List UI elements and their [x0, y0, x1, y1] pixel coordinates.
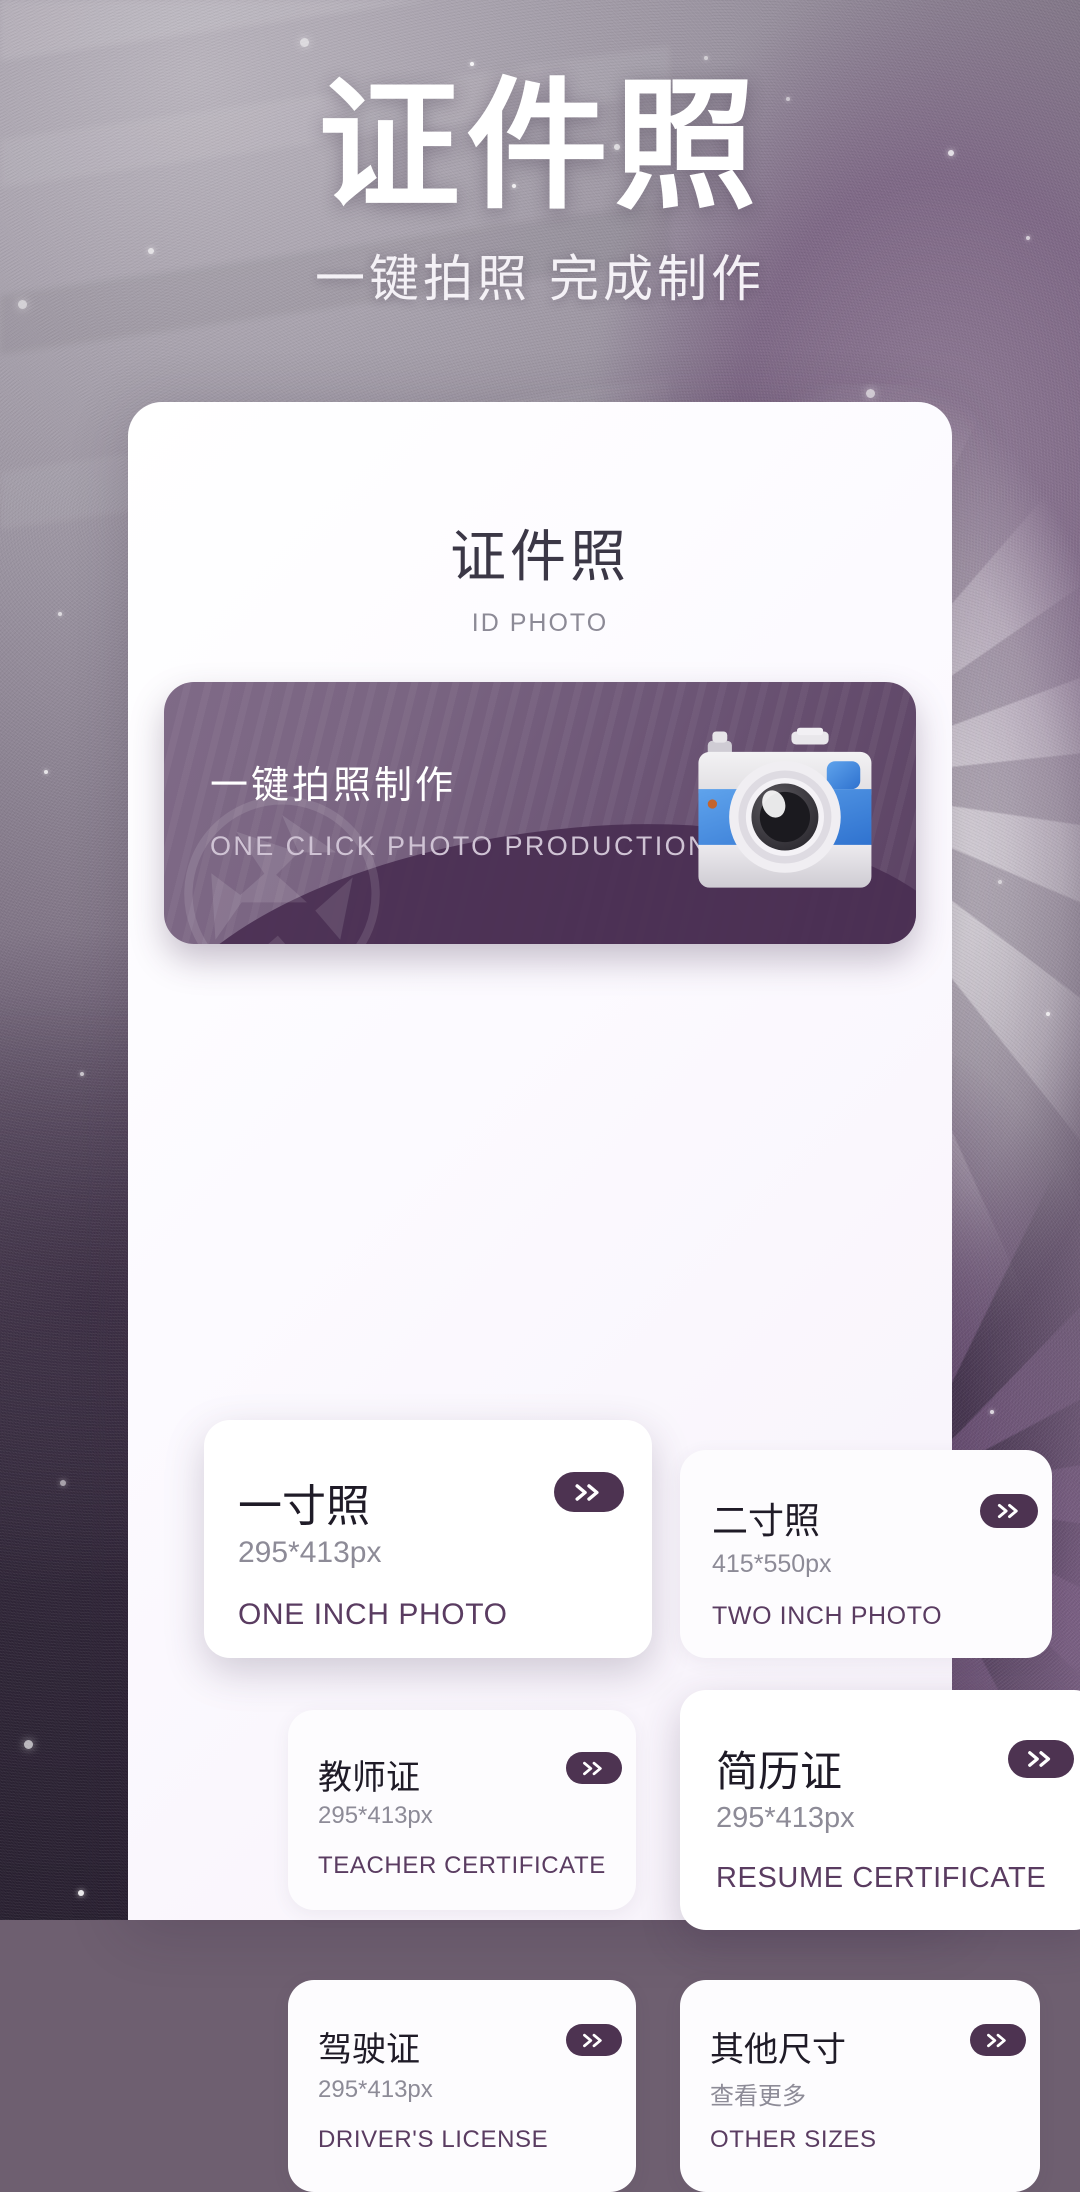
photo-size-card-2[interactable]: 教师证 295*413px TEACHER CERTIFICATE: [288, 1710, 636, 1910]
main-panel: 证件照 ID PHOTO 一键拍照制作 ONE CLICK PHOTO PROD…: [128, 402, 1080, 2192]
double-chevron-right-icon[interactable]: [980, 1494, 1038, 1528]
double-chevron-right-icon[interactable]: [566, 2024, 622, 2056]
photo-size-card-grid: 一寸照 295*413px ONE INCH PHOTO 二寸照 415*550px TW…: [128, 402, 1080, 2192]
card-dimensions: 295*413px: [238, 1536, 382, 1569]
card-english-label: ONE INCH PHOTO: [238, 1598, 508, 1631]
card-title: 其他尺寸: [710, 2031, 846, 2069]
page-title: 证件照: [318, 64, 762, 229]
photo-size-card-1[interactable]: 二寸照 415*550px TWO INCH PHOTO: [680, 1450, 1052, 1658]
photo-size-card-3[interactable]: 简历证 295*413px RESUME CERTIFICATE: [680, 1690, 1080, 1930]
card-dimensions: 295*413px: [318, 1802, 433, 1829]
card-title: 教师证: [318, 1759, 420, 1797]
double-chevron-right-icon[interactable]: [970, 2024, 1026, 2056]
page-header: 证件照 一键拍照 完成制作: [0, 0, 1080, 311]
card-english-label: RESUME CERTIFICATE: [716, 1862, 1047, 1894]
card-title: 简历证: [716, 1748, 843, 1795]
card-english-label: OTHER SIZES: [710, 2126, 877, 2153]
double-chevron-right-icon[interactable]: [566, 1752, 622, 1784]
double-chevron-right-icon[interactable]: [554, 1472, 624, 1512]
double-chevron-right-icon[interactable]: [1008, 1740, 1074, 1778]
card-title: 一寸照: [238, 1482, 370, 1531]
card-dimensions: 查看更多: [710, 2083, 806, 2110]
card-english-label: TEACHER CERTIFICATE: [318, 1852, 606, 1879]
card-dimensions: 295*413px: [716, 1802, 855, 1834]
card-title: 二寸照: [712, 1500, 821, 1541]
card-title: 驾驶证: [318, 2031, 420, 2069]
photo-size-card-4[interactable]: 驾驶证 295*413px DRIVER'S LICENSE: [288, 1980, 636, 2192]
page-subtitle: 一键拍照 完成制作: [315, 251, 765, 308]
photo-size-card-0[interactable]: 一寸照 295*413px ONE INCH PHOTO: [204, 1420, 652, 1658]
card-english-label: TWO INCH PHOTO: [712, 1602, 943, 1630]
card-english-label: DRIVER'S LICENSE: [318, 2126, 549, 2153]
card-dimensions: 415*550px: [712, 1550, 832, 1578]
photo-size-card-5[interactable]: 其他尺寸查看更多 OTHER SIZES: [680, 1980, 1040, 2192]
card-dimensions: 295*413px: [318, 2076, 433, 2103]
